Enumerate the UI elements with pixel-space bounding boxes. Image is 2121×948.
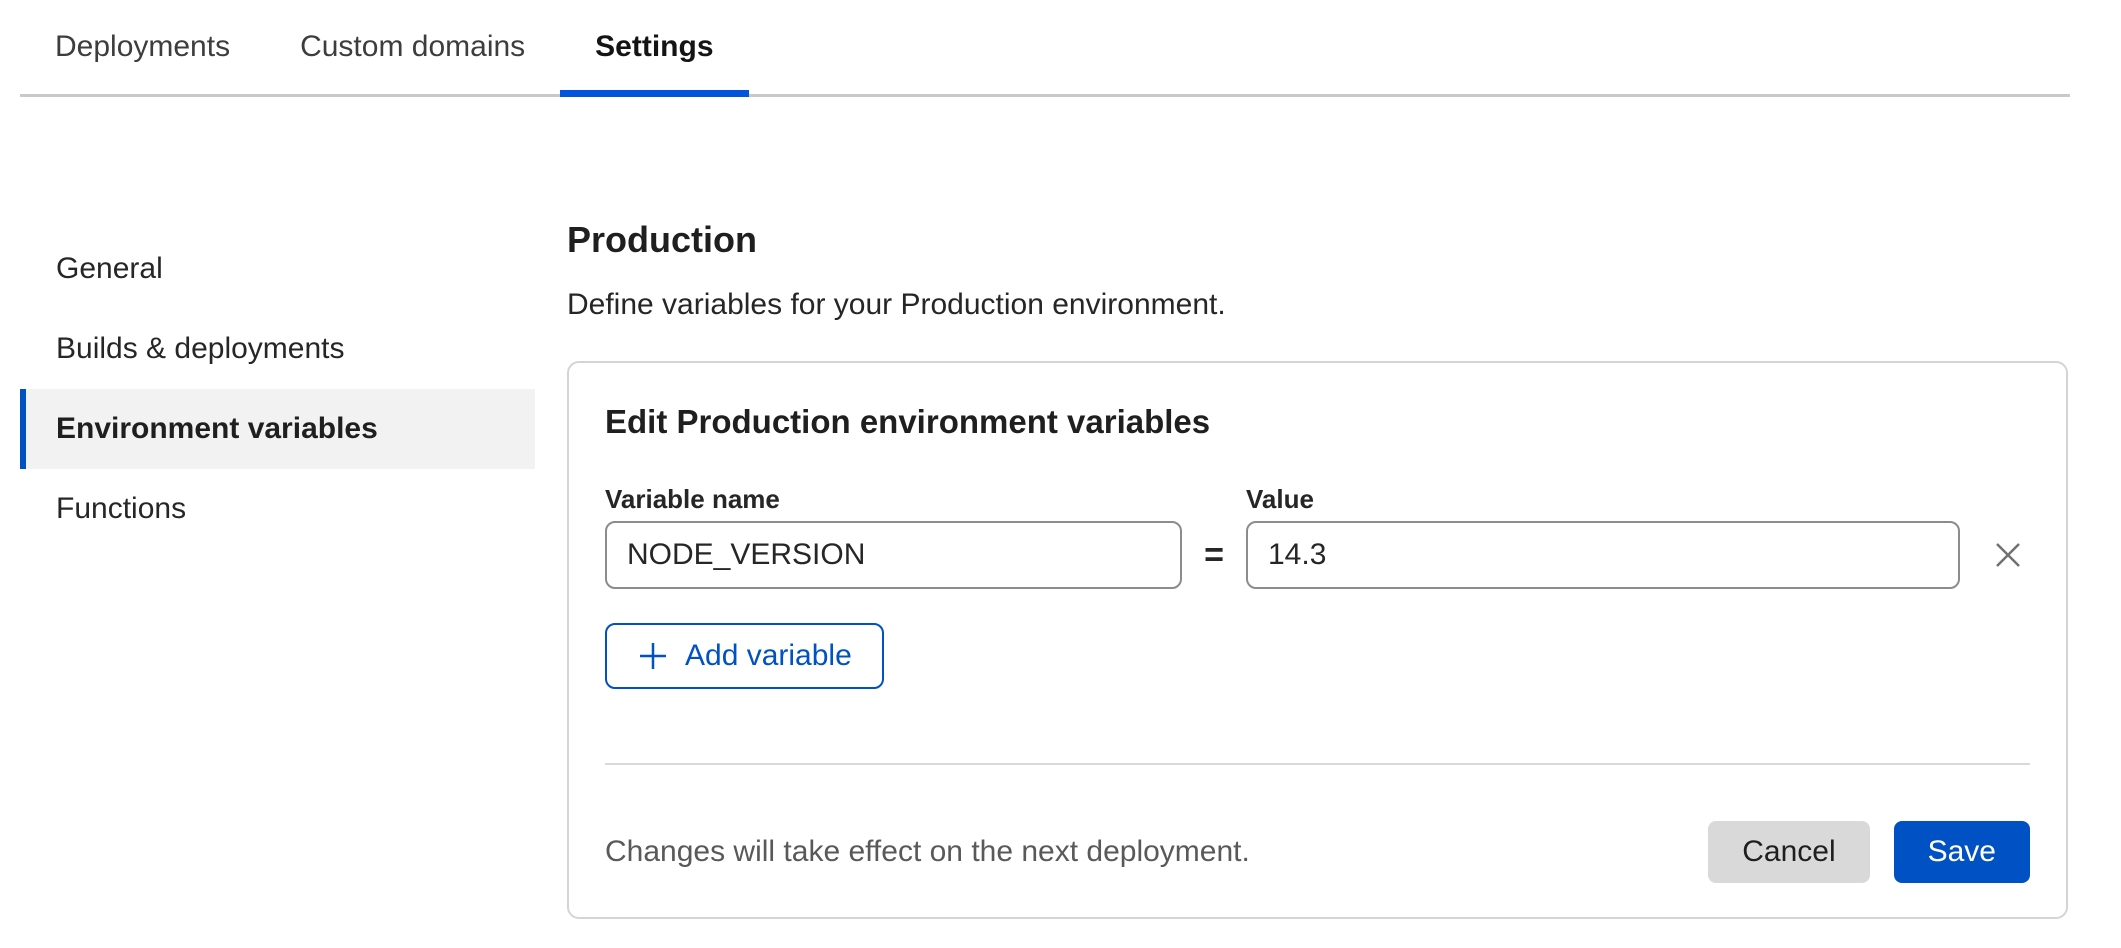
plus-icon bbox=[637, 640, 669, 672]
tab-settings[interactable]: Settings bbox=[560, 0, 748, 94]
variable-row: Variable name = Value bbox=[605, 483, 2030, 589]
variable-value-input[interactable] bbox=[1246, 521, 1960, 589]
card-footer: Changes will take effect on the next dep… bbox=[605, 765, 2030, 883]
variable-value-column: Value bbox=[1246, 483, 1960, 589]
environment-variables-card: Edit Production environment variables Va… bbox=[567, 361, 2068, 919]
add-variable-label: Add variable bbox=[685, 639, 852, 673]
card-title: Edit Production environment variables bbox=[605, 401, 2030, 443]
variable-value-label: Value bbox=[1246, 483, 1960, 515]
close-icon bbox=[1992, 539, 2024, 571]
variable-name-label: Variable name bbox=[605, 483, 1182, 515]
sidebar-item-environment-variables[interactable]: Environment variables bbox=[20, 389, 535, 469]
tab-deployments[interactable]: Deployments bbox=[20, 0, 265, 94]
add-variable-button[interactable]: Add variable bbox=[605, 623, 884, 689]
remove-variable-button[interactable] bbox=[1986, 533, 2030, 577]
variable-name-column: Variable name bbox=[605, 483, 1182, 589]
footer-actions: Cancel Save bbox=[1708, 821, 2030, 883]
sidebar-item-builds-deployments[interactable]: Builds & deployments bbox=[20, 309, 535, 389]
save-button[interactable]: Save bbox=[1894, 821, 2030, 883]
page-title: Production bbox=[567, 217, 2068, 263]
settings-sidebar: General Builds & deployments Environment… bbox=[20, 97, 535, 549]
sidebar-item-general[interactable]: General bbox=[20, 229, 535, 309]
tab-custom-domains[interactable]: Custom domains bbox=[265, 0, 560, 94]
sidebar-item-functions[interactable]: Functions bbox=[20, 469, 535, 549]
equals-sign: = bbox=[1182, 521, 1246, 589]
tab-bar: Deployments Custom domains Settings bbox=[20, 0, 2070, 97]
settings-layout: General Builds & deployments Environment… bbox=[0, 97, 2121, 919]
page-description: Define variables for your Production env… bbox=[567, 285, 2068, 325]
main-content: Production Define variables for your Pro… bbox=[567, 97, 2068, 919]
cancel-button[interactable]: Cancel bbox=[1708, 821, 1869, 883]
variable-name-input[interactable] bbox=[605, 521, 1182, 589]
footer-note: Changes will take effect on the next dep… bbox=[605, 835, 1250, 869]
